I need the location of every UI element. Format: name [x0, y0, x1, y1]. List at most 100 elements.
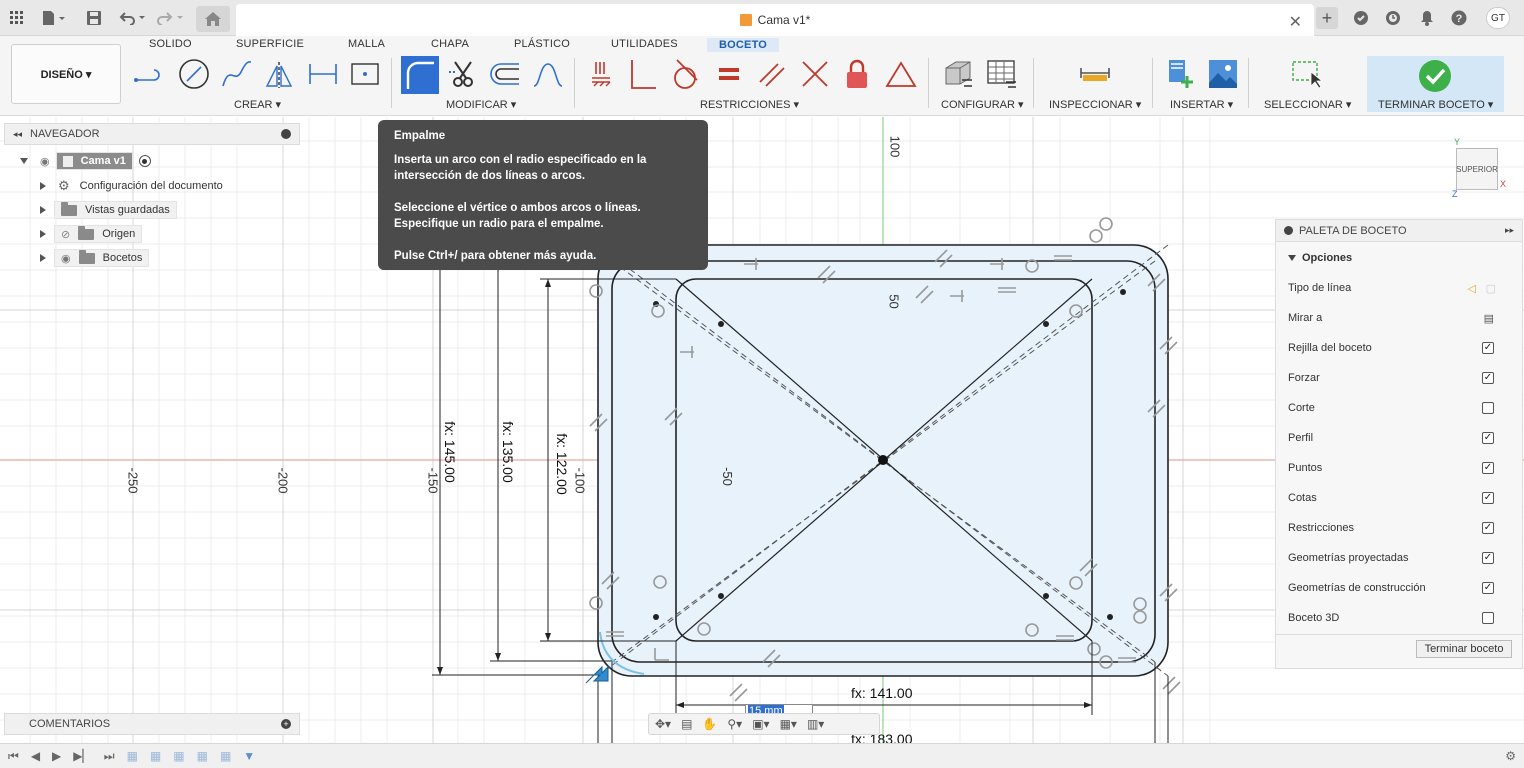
measure-icon[interactable]: [1078, 58, 1112, 90]
eye-icon[interactable]: ◉: [61, 252, 71, 265]
profile-checkbox[interactable]: ✓: [1482, 432, 1494, 444]
expand-triangle-icon[interactable]: [40, 254, 46, 262]
notifications-icon[interactable]: [1418, 8, 1436, 28]
timeline-feature-icon[interactable]: ▦: [173, 749, 184, 763]
viewcube-face[interactable]: SUPERIOR: [1456, 148, 1498, 190]
tab-utilidades[interactable]: UTILIDADES: [611, 38, 678, 50]
palette-menu-icon[interactable]: [1284, 226, 1293, 235]
center-point[interactable]: [878, 455, 888, 465]
palette-header[interactable]: PALETA DE BOCETO ▸▸: [1276, 220, 1522, 242]
select-window-icon[interactable]: [1290, 58, 1324, 90]
browser-item[interactable]: ⊘ Origen: [40, 224, 143, 244]
tab-superficie[interactable]: SUPERFICIE: [236, 38, 304, 50]
points-checkbox[interactable]: ✓: [1482, 462, 1494, 474]
save-icon[interactable]: [86, 8, 102, 28]
linetype-alt-icon[interactable]: ▢: [1486, 282, 1496, 295]
tangent-icon[interactable]: [668, 58, 702, 90]
linetype-icon[interactable]: ◁: [1468, 282, 1476, 295]
workspace-dropdown[interactable]: DISEÑO ▾: [11, 44, 121, 104]
insert-image-icon[interactable]: [1206, 58, 1240, 90]
browser-item[interactable]: ◉ Bocetos: [40, 248, 150, 268]
project-tool-icon[interactable]: [348, 58, 382, 90]
collapse-triangle-icon[interactable]: [20, 158, 28, 164]
orbit-icon[interactable]: ✥▾: [655, 717, 671, 731]
inspeccionar-group-label[interactable]: INSPECCIONAR ▾: [1049, 98, 1141, 111]
timeline-settings-icon[interactable]: ⚙: [1505, 749, 1516, 763]
insertar-group-label[interactable]: INSERTAR ▾: [1170, 98, 1233, 111]
tab-plastico[interactable]: PLÁSTICO: [514, 38, 570, 50]
step-forward-icon[interactable]: ▶▏: [73, 749, 91, 763]
display-settings-icon[interactable]: ▦▾: [780, 717, 797, 731]
configure-box-icon[interactable]: [941, 58, 975, 90]
offset-tool-icon[interactable]: [488, 58, 522, 90]
pan-icon[interactable]: ✋: [702, 717, 717, 731]
timeline-feature-icon[interactable]: ▦: [150, 749, 161, 763]
home-icon[interactable]: [196, 6, 230, 32]
timeline-marker-icon[interactable]: ▼: [243, 749, 255, 763]
zoom-icon[interactable]: ⚲▾: [727, 717, 742, 731]
line-tool-icon[interactable]: [133, 58, 167, 90]
expand-triangle-icon[interactable]: [40, 206, 46, 214]
user-avatar[interactable]: GT: [1486, 7, 1510, 29]
insert-derive-icon[interactable]: [1164, 58, 1198, 90]
crear-group-label[interactable]: CREAR ▾: [234, 98, 281, 111]
apps-grid-icon[interactable]: [8, 8, 26, 28]
fit-icon[interactable]: ▣▾: [752, 717, 769, 731]
browser-root[interactable]: ◉ Cama v1: [20, 151, 151, 171]
fillet-tool-icon[interactable]: [401, 56, 439, 94]
go-to-start-icon[interactable]: ⏮: [8, 749, 19, 764]
finish-sketch-button[interactable]: Terminar boceto: [1416, 640, 1512, 658]
expand-triangle-icon[interactable]: [40, 182, 46, 190]
undo-icon[interactable]: [118, 8, 148, 28]
sketch-scale-icon[interactable]: [531, 58, 565, 90]
expand-arrows-icon[interactable]: ▸▸: [1505, 225, 1514, 236]
go-to-end-icon[interactable]: ⏭: [104, 749, 115, 764]
modificar-group-label[interactable]: MODIFICAR ▾: [446, 98, 516, 111]
dimension-label[interactable]: fx: 141.00: [851, 685, 913, 701]
coincident-icon[interactable]: [625, 58, 659, 90]
browser-item[interactable]: Vistas guardadas: [40, 200, 177, 220]
construction-geometry-checkbox[interactable]: ✓: [1482, 582, 1494, 594]
restricciones-group-label[interactable]: RESTRICCIONES ▾: [700, 98, 799, 111]
snap-checkbox[interactable]: ✓: [1482, 372, 1494, 384]
tab-boceto[interactable]: BOCETO: [707, 38, 780, 52]
horizontal-vertical-icon[interactable]: [585, 58, 619, 90]
timeline-feature-icon[interactable]: ▦: [197, 749, 208, 763]
slice-checkbox[interactable]: [1482, 402, 1494, 414]
eye-hidden-icon[interactable]: ⊘: [61, 228, 70, 241]
mirror-tool-icon[interactable]: [262, 58, 296, 90]
sketch-grid-checkbox[interactable]: ✓: [1482, 342, 1494, 354]
collapse-arrows-icon[interactable]: ◂◂: [13, 129, 22, 140]
configurar-group-label[interactable]: CONFIGURAR ▾: [941, 98, 1024, 111]
triangle-constraint-icon[interactable]: [884, 58, 918, 90]
dimension-label[interactable]: fx: 122.00: [554, 424, 570, 504]
finish-sketch-icon[interactable]: [1418, 60, 1452, 92]
grid-settings-icon[interactable]: ▥▾: [807, 717, 824, 731]
play-icon[interactable]: ▶: [52, 749, 61, 763]
add-comment-icon[interactable]: +: [281, 719, 291, 729]
terminar-group-label[interactable]: TERMINAR BOCETO ▾: [1378, 98, 1493, 111]
tab-solido[interactable]: SOLIDO: [149, 38, 192, 50]
dimension-label[interactable]: fx: 135.00: [500, 412, 516, 492]
close-tab-icon[interactable]: ✕: [1289, 12, 1302, 32]
expand-triangle-icon[interactable]: [40, 230, 46, 238]
navigator-header[interactable]: ◂◂ NAVEGADOR: [4, 123, 300, 145]
new-tab-icon[interactable]: +: [1316, 7, 1338, 29]
timeline-feature-icon[interactable]: ▦: [127, 749, 138, 763]
dimensions-checkbox[interactable]: ✓: [1482, 492, 1494, 504]
help-icon[interactable]: ?: [1450, 8, 1468, 28]
browser-item[interactable]: ⚙ Configuración del documento: [40, 176, 223, 196]
look-at-icon[interactable]: ▤: [681, 717, 692, 731]
activate-radio-icon[interactable]: [138, 155, 151, 167]
equal-icon[interactable]: [712, 58, 746, 90]
dimension-tool-icon[interactable]: [306, 58, 340, 90]
viewcube[interactable]: Y SUPERIOR X Z: [1450, 137, 1510, 199]
redo-icon[interactable]: [156, 8, 186, 28]
sketch-3d-checkbox[interactable]: [1482, 612, 1494, 624]
eye-icon[interactable]: ◉: [40, 155, 50, 168]
collapse-triangle-icon[interactable]: [1288, 255, 1296, 261]
circle-tool-icon[interactable]: [177, 58, 211, 90]
tab-chapa[interactable]: CHAPA: [431, 38, 469, 50]
comments-header[interactable]: COMENTARIOS +: [4, 713, 300, 735]
tab-malla[interactable]: MALLA: [348, 38, 385, 50]
